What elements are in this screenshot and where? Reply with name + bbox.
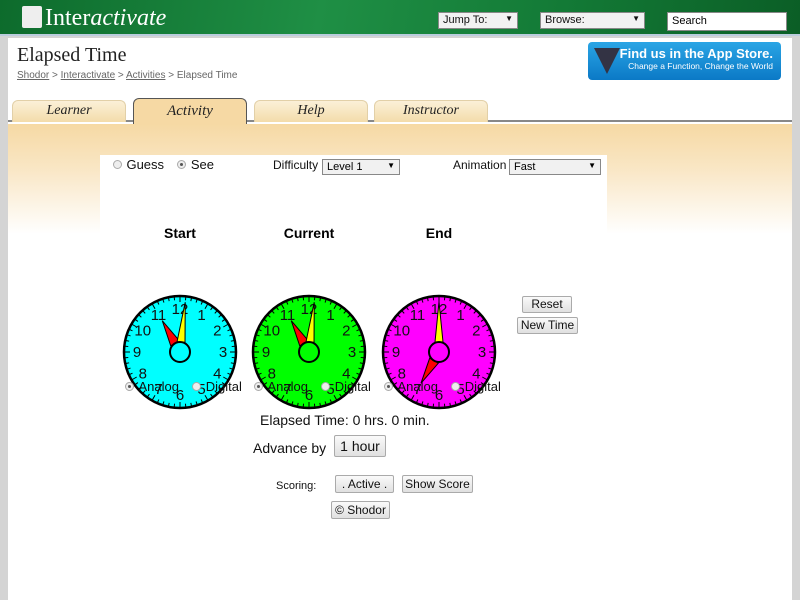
current-clock-title: Current [283, 225, 335, 241]
show-score-button[interactable]: Show Score [402, 475, 473, 493]
digital-label: Digital [464, 379, 501, 394]
jump-to-select[interactable]: Jump To: ▼ [438, 12, 518, 29]
analog-label: Analog [138, 379, 179, 394]
reset-button[interactable]: Reset [522, 296, 572, 313]
clock-numeral: 10 [263, 323, 280, 340]
clock-numeral: 3 [478, 344, 486, 361]
clock-numeral: 9 [133, 344, 141, 361]
animation-select[interactable]: Fast ▼ [509, 159, 601, 175]
difficulty-select[interactable]: Level 1 ▼ [322, 159, 400, 175]
app-store-tagline: Change a Function, Change the World [628, 61, 773, 71]
clock-numeral: 1 [197, 307, 205, 324]
current-display-mode: Analog Digital [254, 378, 371, 396]
scoring-active-button[interactable]: . Active . [335, 475, 394, 493]
browse-label: Browse: [545, 14, 585, 26]
guess-label: Guess [126, 157, 165, 172]
logo-icon [22, 6, 42, 28]
tab-bar: Learner Activity Help Instructor [8, 98, 792, 124]
scoring-label: Scoring: [276, 480, 317, 492]
digital-radio[interactable] [451, 382, 461, 391]
end-clock-title: End [425, 225, 453, 241]
clock-numeral: 10 [393, 323, 410, 340]
start-clock-title: Start [164, 225, 196, 241]
clock-numeral: 2 [472, 323, 480, 340]
guess-radio[interactable] [113, 160, 122, 169]
analog-radio[interactable] [254, 382, 263, 391]
advance-label: Advance by [253, 440, 327, 456]
tab-activity[interactable]: Activity [133, 98, 247, 124]
tab-help[interactable]: Help [254, 100, 368, 122]
app-store-headline: Find us in the App Store. [619, 46, 773, 61]
dropdown-arrow-icon: ▼ [632, 14, 640, 23]
interactivate-logo[interactable]: Interactivate [22, 5, 166, 31]
animation-value: Fast [514, 161, 536, 173]
digital-label: Digital [205, 379, 242, 394]
difficulty-value: Level 1 [327, 161, 363, 173]
advance-button[interactable]: 1 hour [334, 435, 386, 457]
dropdown-arrow-icon: ▼ [588, 161, 596, 170]
breadcrumb: Shodor > Interactivate > Activities > El… [17, 70, 237, 81]
clock-numeral: 12 [301, 301, 318, 318]
clock-numeral: 9 [262, 344, 270, 361]
activity-applet: Guess See Difficulty Level 1 ▼ Animation … [100, 155, 607, 600]
breadcrumb-sep: > [168, 70, 175, 81]
animation-label: Animation [453, 158, 507, 172]
clock-numeral: 2 [213, 323, 221, 340]
breadcrumb-activities[interactable]: Activities [126, 70, 165, 81]
see-label: See [190, 157, 214, 172]
tab-instructor[interactable]: Instructor [374, 100, 488, 122]
clock-numeral: 9 [392, 344, 400, 361]
mode-radio-group: Guess See [113, 156, 214, 174]
see-radio[interactable] [177, 160, 187, 169]
clock-center [169, 341, 191, 363]
digital-radio[interactable] [192, 382, 202, 391]
clock-numeral: 3 [348, 344, 356, 361]
new-time-button[interactable]: New Time [517, 317, 578, 334]
digital-radio[interactable] [321, 382, 331, 391]
clock-numeral: 1 [456, 307, 464, 324]
dropdown-arrow-icon: ▼ [505, 14, 513, 23]
page-content: Elapsed Time Shodor > Interactivate > Ac… [8, 38, 792, 600]
jump-to-label: Jump To: [443, 14, 488, 26]
clock-center [428, 341, 450, 363]
clock-numeral: 1 [326, 307, 334, 324]
shodor-copyright-button[interactable]: © Shodor [331, 501, 390, 519]
logo-text-italic: activate [90, 5, 167, 31]
analog-radio[interactable] [125, 382, 134, 391]
clock-numeral: 11 [280, 307, 296, 324]
breadcrumb-sep: > [52, 70, 58, 81]
difficulty-label: Difficulty [273, 158, 319, 172]
site-header: Interactivate Jump To: ▼ Browse: ▼ Search [0, 0, 800, 36]
search-input[interactable]: Search [667, 12, 787, 31]
app-store-banner[interactable]: Find us in the App Store. Change a Funct… [588, 42, 781, 80]
elapsed-time-text: Elapsed Time: 0 hrs. 0 min. [260, 412, 430, 428]
page-title: Elapsed Time [17, 44, 127, 66]
clock-numeral: 3 [219, 344, 227, 361]
tab-learner[interactable]: Learner [12, 100, 126, 122]
browse-select[interactable]: Browse: ▼ [540, 12, 645, 29]
logo-text: Inter [45, 5, 91, 31]
digital-label: Digital [334, 379, 371, 394]
breadcrumb-sep: > [117, 70, 124, 81]
clock-numeral: 10 [134, 323, 151, 340]
breadcrumb-current: Elapsed Time [176, 70, 238, 81]
clock-numeral: 11 [151, 307, 167, 324]
breadcrumb-interactivate[interactable]: Interactivate [61, 70, 115, 81]
analog-radio[interactable] [384, 382, 393, 391]
end-display-mode: Analog Digital [384, 378, 501, 396]
start-display-mode: Analog Digital [125, 378, 242, 396]
clock-center [298, 341, 320, 363]
clock-numeral: 11 [410, 307, 426, 324]
dropdown-arrow-icon: ▼ [387, 161, 395, 170]
analog-label: Analog [397, 379, 438, 394]
breadcrumb-shodor[interactable]: Shodor [17, 70, 49, 81]
analog-label: Analog [267, 379, 308, 394]
clock-numeral: 2 [342, 323, 350, 340]
clock-numeral: 12 [172, 301, 189, 318]
